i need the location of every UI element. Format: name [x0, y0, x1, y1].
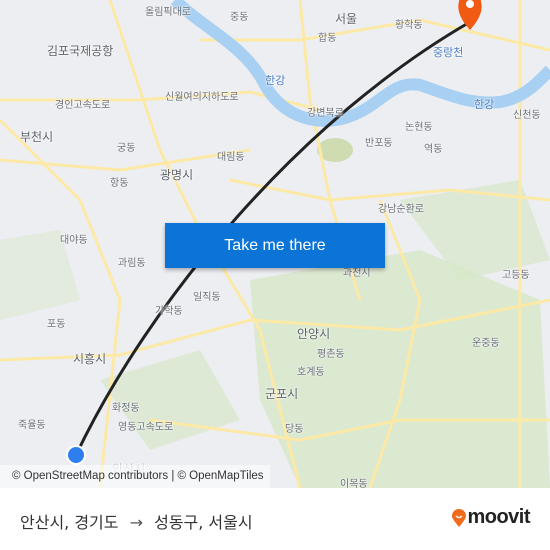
take-me-there-button[interactable]: Take me there [165, 223, 385, 268]
map-label: 죽율동 [18, 420, 46, 431]
map-label: 부천시 [20, 130, 54, 144]
map-label: 안양시 [297, 327, 331, 341]
map-label: 강남순환로 [378, 204, 424, 215]
arrow-right-icon: → [129, 513, 143, 532]
moovit-pin-icon [452, 508, 467, 527]
map-label: 논현동 [405, 122, 433, 133]
map-label: 황학동 [395, 20, 423, 31]
map-label: 군포시 [265, 387, 299, 401]
map-label: 영동고속도로 [118, 422, 174, 433]
map-label: 이목동 [340, 479, 368, 488]
map-label: 평촌동 [317, 349, 345, 360]
origin-name: 안산시, 경기도 [20, 513, 119, 532]
map-label: 한강 [474, 98, 495, 111]
route-summary: 안산시, 경기도 → 성동구, 서울시 [20, 509, 253, 533]
map-label: 일직동 [193, 292, 221, 303]
map-label: 신천동 [513, 110, 541, 121]
map-label: 중동 [230, 12, 249, 23]
map-label: 반포동 [365, 138, 393, 149]
map-label: 시흥시 [73, 352, 107, 366]
map-label: 대림동 [217, 152, 245, 163]
map-label: 호계동 [297, 367, 325, 378]
map-label: 신월여의지하도로 [165, 92, 239, 103]
map-label: 고등동 [502, 270, 530, 281]
destination-name: 성동구, 서울시 [154, 513, 253, 532]
map-attribution[interactable]: © OpenStreetMap contributors | © OpenMap… [0, 465, 270, 488]
map-label: 경인고속도로 [55, 100, 111, 111]
map-label: 한강 [265, 74, 286, 87]
map-label: 화정동 [112, 403, 140, 414]
map-label: 궁동 [117, 143, 136, 154]
map-label: 올림픽대로 [145, 7, 191, 18]
footer: 안산시, 경기도 → 성동구, 서울시 moovit [0, 488, 550, 550]
map-label: 광명시 [160, 168, 194, 182]
map-label: 포동 [47, 319, 66, 330]
map-label: 역동 [424, 144, 443, 155]
map-label: 항동 [110, 178, 129, 189]
map-label: 서울 [335, 12, 358, 26]
map-label: 중랑천 [433, 46, 464, 59]
map-label: 운중동 [472, 338, 500, 349]
map-label: 가학동 [155, 306, 183, 317]
map-label: 과림동 [118, 258, 146, 269]
moovit-wordmark: moovit [467, 506, 530, 528]
map-label: 대야동 [60, 235, 88, 246]
moovit-logo: moovit [452, 506, 530, 529]
map-label: 당동 [285, 424, 304, 435]
map-label: 김포국제공항 [47, 44, 114, 58]
map[interactable]: 김포국제공항 경인고속도로 신월여의지하도로 부천시 궁동 광명시 대림동 항동… [0, 0, 550, 488]
map-label: 강변북로 [307, 108, 344, 119]
origin-dot-icon [66, 445, 86, 465]
map-label: 합동 [318, 33, 337, 44]
